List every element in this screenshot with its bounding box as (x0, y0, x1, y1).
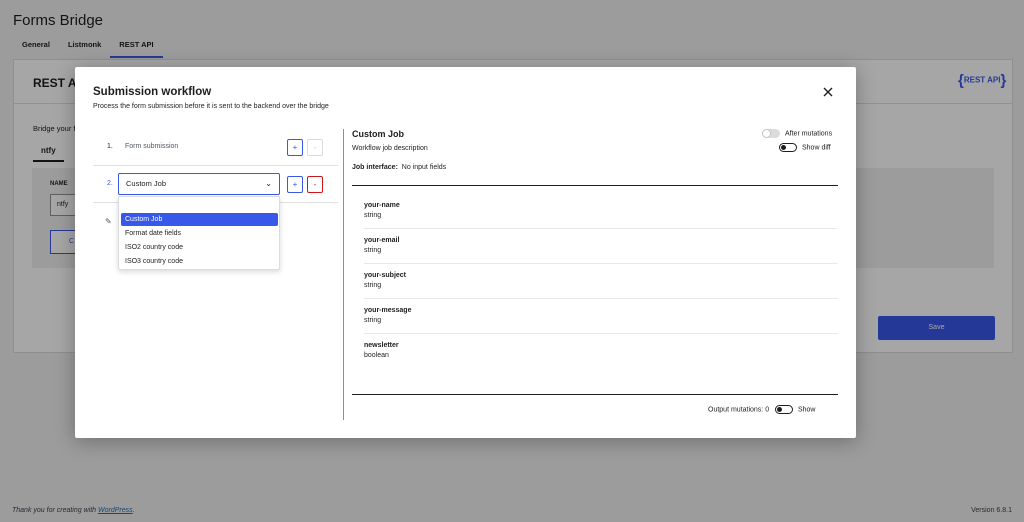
field-name: newsletter (364, 342, 399, 349)
show-output-label: Show (797, 406, 816, 414)
field-item: your-name string (364, 194, 838, 229)
dropdown-option-iso2[interactable]: ISO2 country code (121, 241, 278, 254)
field-name: your-name (364, 202, 400, 209)
output-mutations-label: Output mutations: 0 (708, 406, 770, 414)
add-step-button[interactable]: + (287, 176, 303, 193)
show-output-toggle[interactable] (774, 405, 793, 414)
field-item: newsletter boolean (364, 334, 838, 369)
after-mutations-toggle-row: After mutations (762, 129, 832, 138)
fields-box-top (352, 185, 838, 186)
step-number: 1. (107, 143, 113, 150)
field-item: your-subject string (364, 264, 838, 299)
modal-title: Submission workflow (93, 86, 212, 98)
step-label: Form submission (125, 143, 179, 150)
dropdown-option-iso3[interactable]: ISO3 country code (121, 255, 278, 268)
pin-icon: ✎ (105, 217, 112, 226)
field-type: boolean (364, 352, 389, 359)
show-diff-label: Show diff (802, 144, 831, 152)
output-mutations-row: Output mutations: 0 Show (708, 405, 815, 414)
remove-step-button[interactable]: - (307, 176, 323, 193)
job-interface-value: No input fields (401, 164, 447, 171)
workflow-step-1: 1. Form submission + - (93, 129, 338, 166)
field-name: your-email (364, 237, 400, 244)
chevron-down-icon: ⌄ (265, 179, 272, 188)
field-item: your-email string (364, 229, 838, 264)
close-icon[interactable] (821, 85, 835, 99)
field-item: your-message string (364, 299, 838, 334)
column-divider (343, 129, 344, 420)
field-type: string (364, 247, 382, 254)
job-interface: Job interface: No input fields (352, 164, 446, 171)
job-select-value: Custom Job (126, 179, 167, 188)
submission-workflow-modal: Submission workflow Process the form sub… (75, 67, 856, 438)
field-name: your-message (364, 307, 412, 314)
job-title: Custom Job (352, 129, 405, 139)
job-select-dropdown: Custom Job Format date fields ISO2 count… (118, 196, 280, 270)
dropdown-option-custom-job[interactable]: Custom Job (121, 213, 278, 226)
step-number: 2. (107, 180, 113, 187)
remove-step-button: - (307, 139, 323, 156)
dropdown-option-format-date[interactable]: Format date fields (121, 227, 278, 240)
show-diff-toggle-row: Show diff (779, 143, 831, 152)
field-type: string (364, 212, 382, 219)
job-description: Workflow job description (352, 145, 428, 152)
after-mutations-label: After mutations (785, 130, 833, 138)
after-mutations-toggle[interactable] (762, 129, 780, 138)
job-interface-label: Job interface: (352, 164, 398, 171)
field-type: string (364, 282, 382, 289)
field-type: string (364, 317, 382, 324)
modal-description: Process the form submission before it is… (93, 103, 329, 110)
job-select[interactable]: Custom Job ⌄ (118, 173, 280, 195)
add-step-button[interactable]: + (287, 139, 303, 156)
field-name: your-subject (364, 272, 407, 279)
show-diff-toggle[interactable] (779, 143, 797, 152)
fields-box-bottom (352, 394, 838, 395)
